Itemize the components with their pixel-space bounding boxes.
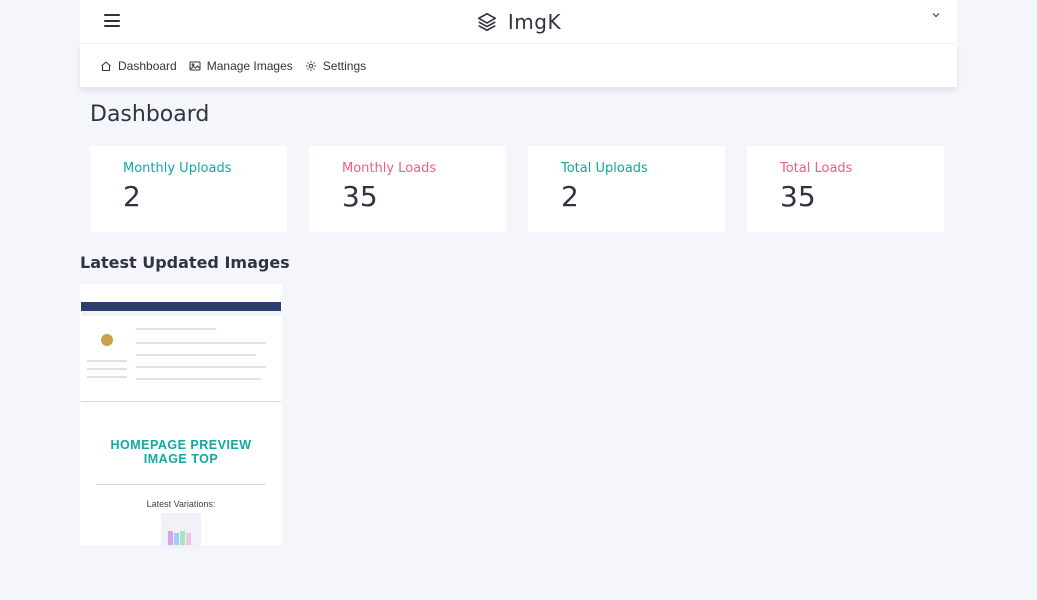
app-name: ImgK <box>507 9 562 34</box>
variation-swatch <box>180 531 185 545</box>
variation-swatch <box>168 531 173 545</box>
chevron-down-icon[interactable] <box>931 10 941 20</box>
divider <box>96 484 266 485</box>
nav-item-dashboard[interactable]: Dashboard <box>100 59 177 73</box>
variation-thumbnail[interactable] <box>161 513 201 549</box>
layers-icon <box>477 12 496 31</box>
stat-card-monthly-uploads: Monthly Uploads 2 <box>90 146 287 232</box>
app-shell: ImgK Dashboard Manage Images Settings <box>80 0 957 87</box>
thumb-line <box>87 368 127 370</box>
thumb-line <box>87 376 127 378</box>
thumb-line <box>87 360 127 362</box>
thumb-line <box>136 342 266 344</box>
image-title[interactable]: HOMEPAGE PREVIEW IMAGE TOP <box>80 438 282 466</box>
stat-value: 2 <box>123 180 141 213</box>
nav-item-label: Dashboard <box>118 58 177 73</box>
nav-bar: Dashboard Manage Images Settings <box>80 43 957 87</box>
top-bar: ImgK <box>80 0 957 43</box>
stat-label: Total Loads <box>780 161 853 176</box>
variation-swatch <box>174 533 179 545</box>
stat-card-monthly-loads: Monthly Loads 35 <box>309 146 506 232</box>
thumb-avatar <box>101 334 113 346</box>
thumb-subbar <box>81 311 281 316</box>
stat-value: 35 <box>780 180 816 213</box>
menu-icon[interactable] <box>104 14 120 27</box>
nav-item-settings[interactable]: Settings <box>305 59 366 73</box>
nav-item-label: Settings <box>322 58 367 73</box>
section-title: Latest Updated Images <box>80 253 290 272</box>
thumb-header <box>81 302 281 311</box>
variation-swatch <box>186 533 191 545</box>
thumb-line <box>136 354 256 356</box>
stat-value: 35 <box>342 180 378 213</box>
stat-label: Total Uploads <box>561 161 648 176</box>
stat-value: 2 <box>561 180 579 213</box>
nav-item-label: Manage Images <box>206 58 293 73</box>
stat-label: Monthly Uploads <box>123 161 232 176</box>
image-thumbnail[interactable] <box>81 302 281 402</box>
stat-card-total-uploads: Total Uploads 2 <box>528 146 725 232</box>
home-icon <box>101 60 111 71</box>
thumb-line <box>136 378 261 380</box>
image-card[interactable]: HOMEPAGE PREVIEW IMAGE TOP Latest Variat… <box>80 284 282 549</box>
gear-icon <box>305 60 316 71</box>
stat-card-total-loads: Total Loads 35 <box>747 146 944 232</box>
brand[interactable]: ImgK <box>476 10 561 34</box>
thumb-line <box>136 366 266 368</box>
stat-label: Monthly Loads <box>342 161 437 176</box>
stats-row: Monthly Uploads 2 Monthly Loads 35 Total… <box>90 146 944 232</box>
nav-item-manage-images[interactable]: Manage Images <box>189 59 293 73</box>
image-title-line: IMAGE TOP <box>143 452 219 466</box>
page-title: Dashboard <box>90 102 210 127</box>
image-title-line: HOMEPAGE PREVIEW <box>110 438 252 452</box>
thumb-line <box>136 328 216 330</box>
image-icon <box>189 61 201 70</box>
variations-label: Latest Variations: <box>146 499 216 509</box>
